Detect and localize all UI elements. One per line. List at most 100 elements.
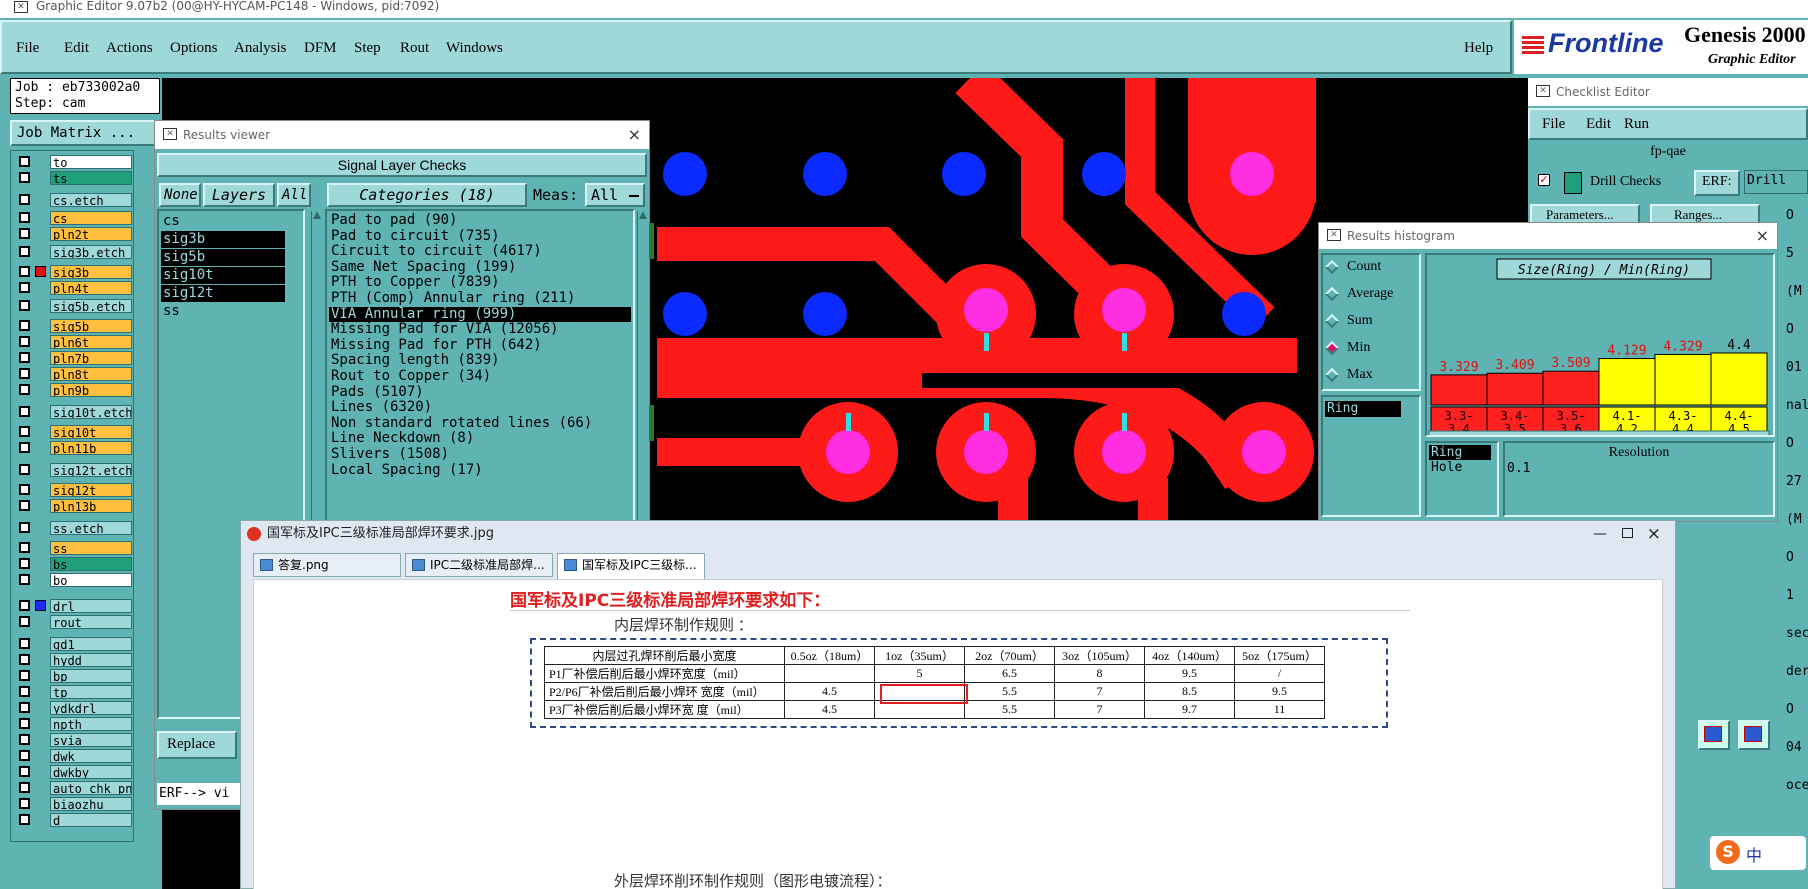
layer-row[interactable]: ss.etch <box>13 521 133 535</box>
menu-step[interactable]: Step <box>354 40 381 57</box>
layer-checkbox[interactable] <box>19 718 30 729</box>
category-item[interactable]: Line Neckdown (8) <box>329 431 631 447</box>
layer-checkbox[interactable] <box>19 686 30 697</box>
layer-list-item[interactable]: sig5b <box>161 249 285 266</box>
layer-label[interactable]: cs <box>50 211 132 225</box>
layer-label[interactable]: bs <box>50 557 132 571</box>
minimize-icon[interactable]: — <box>1593 521 1607 547</box>
ce-menu-run[interactable]: Run <box>1624 116 1649 133</box>
layer-row[interactable]: biaozhu <box>13 797 133 811</box>
layer-checkbox[interactable] <box>19 484 30 495</box>
layer-checkbox[interactable] <box>19 336 30 347</box>
layer-checkbox[interactable] <box>19 320 30 331</box>
layer-label[interactable]: pln9b <box>50 383 132 397</box>
close-icon[interactable]: × <box>1647 521 1661 547</box>
layer-row[interactable]: rout <box>13 615 133 629</box>
layer-label[interactable]: ydkdrl <box>50 701 132 715</box>
layer-checkbox[interactable] <box>19 464 30 475</box>
layer-label[interactable]: rout <box>50 615 132 629</box>
radio-icon[interactable] <box>1324 367 1340 383</box>
layer-list-item[interactable]: ss <box>161 303 285 320</box>
layer-row[interactable]: gd1 <box>13 637 133 651</box>
menu-edit[interactable]: Edit <box>64 40 89 57</box>
layer-label[interactable]: pln13b <box>50 499 132 513</box>
layer-list-item[interactable]: sig10t <box>161 267 285 284</box>
layer-checkbox[interactable] <box>19 798 30 809</box>
layer-label[interactable]: bo <box>50 573 132 587</box>
layer-checkbox[interactable] <box>19 300 30 311</box>
layer-checkbox[interactable] <box>19 782 30 793</box>
layer-row[interactable]: pln9b <box>13 383 133 397</box>
layer-label[interactable]: hydd <box>50 653 132 667</box>
layer-checkbox[interactable] <box>19 368 30 379</box>
layer-row[interactable]: bo <box>13 573 133 587</box>
layer-checkbox[interactable] <box>19 406 30 417</box>
layer-label[interactable]: sig3b.etch <box>50 245 132 259</box>
radio-selected-icon[interactable] <box>1324 340 1340 356</box>
layer-row[interactable]: ts <box>13 171 133 185</box>
layer-row[interactable]: d <box>13 813 133 827</box>
layer-row[interactable]: sig12t.etch <box>13 463 133 477</box>
layer-row[interactable]: pln8t <box>13 367 133 381</box>
layer-row[interactable]: pln13b <box>13 499 133 513</box>
image-tab[interactable]: 答复.png <box>253 553 401 577</box>
layer-row[interactable]: drl <box>13 599 133 613</box>
menu-windows[interactable]: Windows <box>446 40 503 57</box>
layer-checkbox[interactable] <box>19 766 30 777</box>
layer-row[interactable]: auto_chk_pn <box>13 781 133 795</box>
menu-options[interactable]: Options <box>170 40 218 57</box>
checked-icon[interactable]: ✓ <box>1538 174 1550 186</box>
all-layers-button[interactable]: All <box>277 183 311 207</box>
layer-row[interactable]: cs <box>13 211 133 225</box>
layer-label[interactable]: cs.etch <box>50 193 132 207</box>
field-item-hole[interactable]: Hole <box>1429 460 1495 475</box>
layer-checkbox[interactable] <box>19 352 30 363</box>
tool-icon-1[interactable] <box>1698 720 1730 750</box>
menu-file[interactable]: File <box>16 40 39 57</box>
menu-analysis[interactable]: Analysis <box>234 40 287 57</box>
category-item[interactable]: Pads (5107) <box>329 384 631 401</box>
layer-label[interactable]: ts <box>50 171 132 185</box>
layer-checkbox[interactable] <box>19 542 30 553</box>
layer-row[interactable]: pln2t <box>13 227 133 241</box>
layer-label[interactable]: sig5b.etch <box>50 299 132 313</box>
layer-row[interactable]: dwk <box>13 749 133 763</box>
layer-row[interactable]: pln7b <box>13 351 133 365</box>
layer-label[interactable]: biaozhu <box>50 797 132 811</box>
layer-checkbox[interactable] <box>19 194 30 205</box>
layer-label[interactable]: ss.etch <box>50 521 132 535</box>
menu-rout[interactable]: Rout <box>400 40 429 57</box>
layer-row[interactable]: cs.etch <box>13 193 133 207</box>
layer-checkbox[interactable] <box>19 246 30 257</box>
category-item[interactable]: Missing Pad for PTH (642) <box>329 337 631 354</box>
image-tab[interactable]: IPC二级标准局部焊... <box>405 553 553 577</box>
layer-label[interactable]: sig10t <box>50 425 132 439</box>
radio-icon[interactable] <box>1324 313 1340 329</box>
layer-label[interactable]: pln8t <box>50 367 132 381</box>
layer-label[interactable]: sig5b <box>50 319 132 333</box>
layer-row[interactable]: bs <box>13 557 133 571</box>
layer-checkbox[interactable] <box>19 750 30 761</box>
layer-checkbox[interactable] <box>19 228 30 239</box>
layer-label[interactable]: dwk <box>50 749 132 763</box>
replace-button[interactable]: Replace <box>157 731 237 759</box>
layer-list-item[interactable]: cs <box>161 213 285 230</box>
layer-label[interactable]: sig10t.etch <box>50 405 132 419</box>
scroll-up-icon[interactable] <box>639 211 647 219</box>
layer-checkbox[interactable] <box>19 522 30 533</box>
layer-label[interactable]: sig3b <box>50 265 132 279</box>
layer-label[interactable]: drl <box>50 599 132 613</box>
category-item[interactable]: Local Spacing (17) <box>329 462 631 479</box>
layer-checkbox[interactable] <box>19 282 30 293</box>
layer-checkbox[interactable] <box>19 638 30 649</box>
category-item[interactable]: VIA Annular ring (999) <box>329 306 631 323</box>
ce-menu-edit[interactable]: Edit <box>1586 116 1611 133</box>
layer-row[interactable]: sig10t <box>13 425 133 439</box>
image-tab-active[interactable]: 国军标及IPC三级标... <box>557 553 705 579</box>
close-icon[interactable]: × <box>628 121 641 149</box>
layer-label[interactable]: sig12t <box>50 483 132 497</box>
layer-row[interactable]: bp <box>13 669 133 683</box>
erf-field[interactable]: Drill <box>1744 170 1808 194</box>
layer-checkbox[interactable] <box>19 616 30 627</box>
layer-label[interactable]: ss <box>50 541 132 555</box>
